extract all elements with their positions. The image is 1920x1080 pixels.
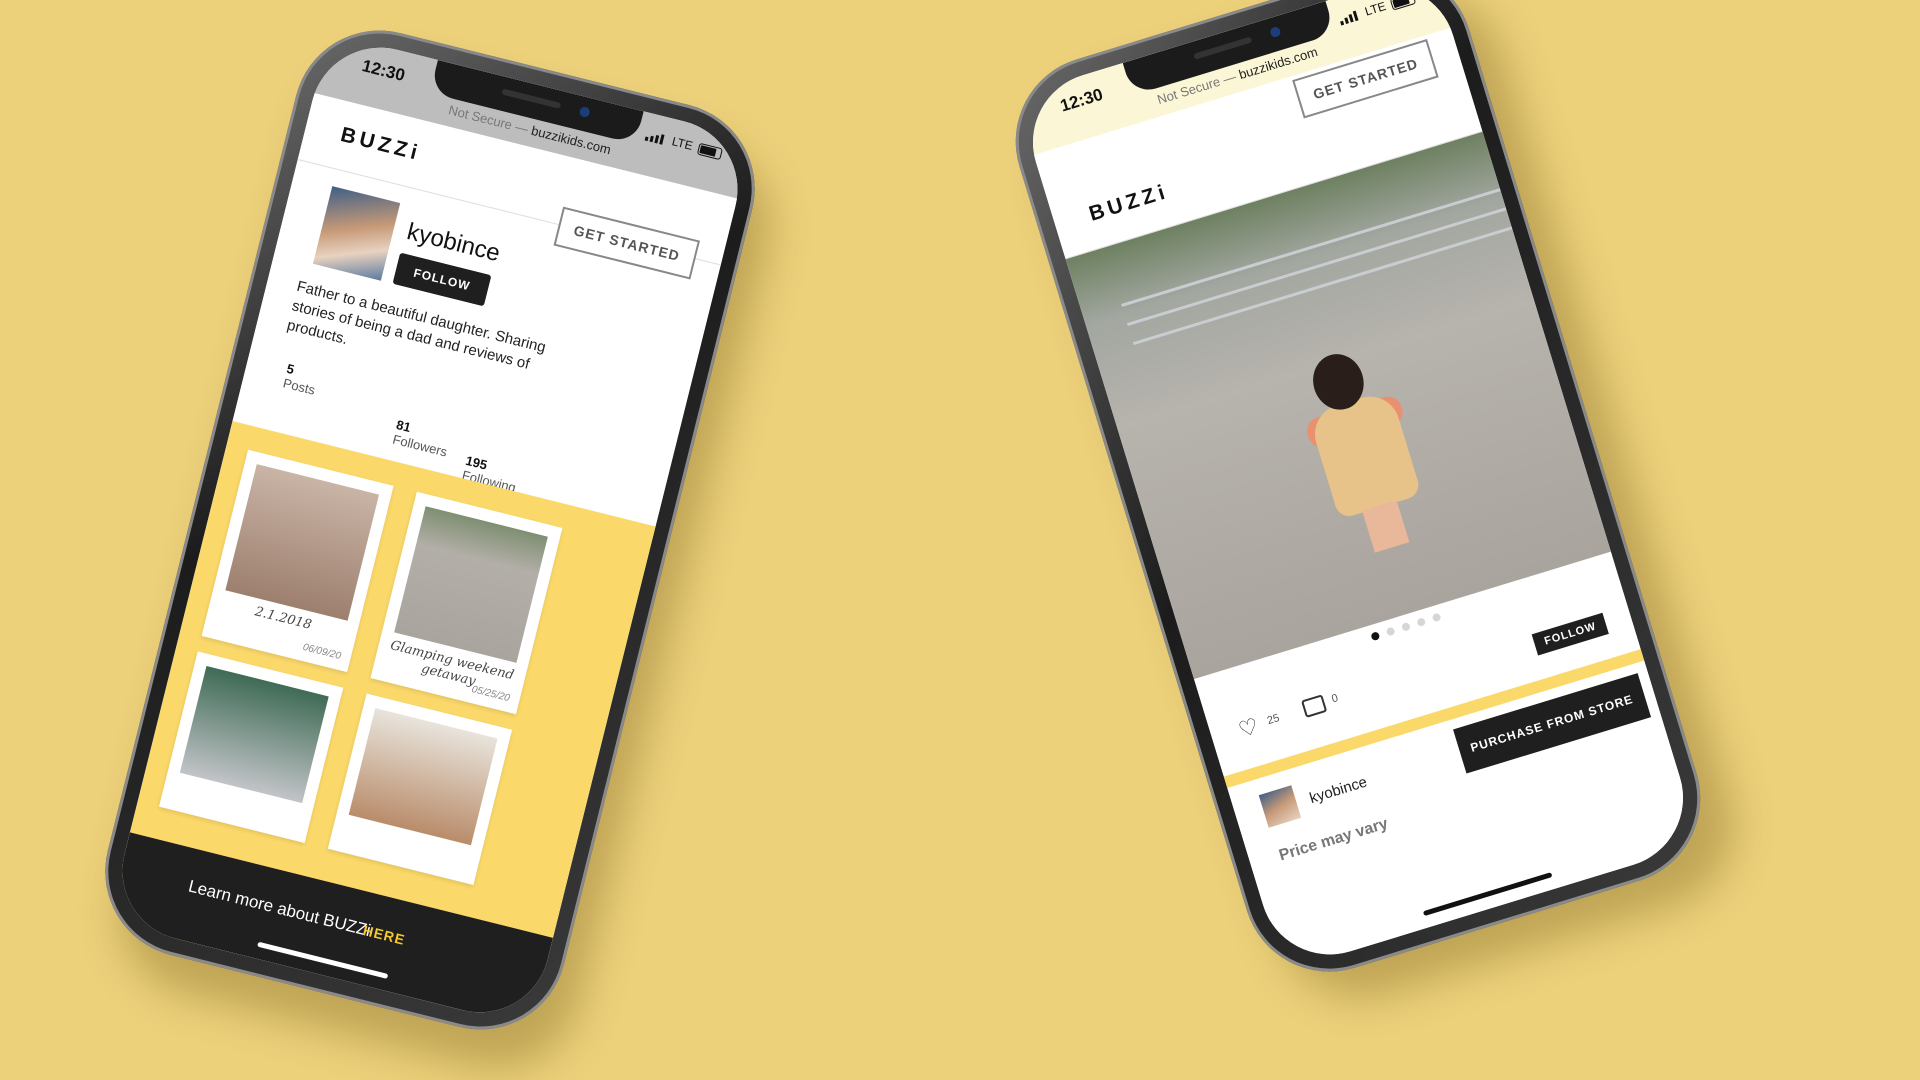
like-count: 25 bbox=[1265, 712, 1282, 728]
avatar bbox=[312, 186, 401, 281]
heart-icon[interactable]: ♡ bbox=[1235, 713, 1261, 744]
post-photo bbox=[348, 708, 498, 846]
buzzi-logo[interactable]: BUZZi bbox=[338, 123, 423, 166]
carousel-dot[interactable] bbox=[1416, 617, 1427, 628]
avatar[interactable] bbox=[1258, 785, 1302, 828]
post-date: 06/09/20 bbox=[301, 641, 343, 662]
screen-post: 12:30 LTE Not Secure — buzzikids.com BUZ… bbox=[1015, 0, 1701, 972]
post-card[interactable]: Glamping weekend getaway 05/25/20 bbox=[370, 491, 563, 715]
author-name[interactable]: kyobince bbox=[1308, 773, 1370, 807]
network-label: LTE bbox=[670, 134, 695, 153]
comment-icon[interactable] bbox=[1300, 694, 1328, 718]
photo-subject bbox=[1287, 339, 1444, 569]
stat-followers[interactable]: 81 Followers bbox=[391, 417, 452, 460]
price-note: Price may vary bbox=[1277, 815, 1391, 865]
carousel-dot[interactable] bbox=[1400, 621, 1411, 632]
railing bbox=[1126, 206, 1511, 326]
phone-post: 12:30 LTE Not Secure — buzzikids.com BUZ… bbox=[994, 0, 1722, 993]
comment-count: 0 bbox=[1330, 692, 1340, 706]
learn-more-text: Learn more about BUZZi bbox=[186, 876, 373, 941]
post-photo bbox=[179, 665, 329, 804]
screen-profile: 12:30 LTE Not Secure — buzzikids.com BUZ… bbox=[107, 32, 753, 1028]
learn-more-link[interactable]: HERE bbox=[361, 922, 407, 948]
phone-profile: 12:30 LTE Not Secure — buzzikids.com BUZ… bbox=[87, 12, 773, 1048]
signal-icon bbox=[644, 131, 665, 145]
buzzi-logo[interactable]: BUZZi bbox=[1086, 180, 1171, 227]
stat-posts[interactable]: 5 Posts bbox=[281, 361, 320, 398]
post-photo bbox=[394, 506, 548, 663]
follow-button[interactable]: FOLLOW bbox=[1531, 612, 1609, 656]
post-photo bbox=[225, 464, 380, 621]
post-card[interactable] bbox=[327, 693, 513, 886]
battery-icon bbox=[696, 142, 723, 161]
signal-icon bbox=[1338, 10, 1359, 26]
carousel-dot[interactable] bbox=[1370, 631, 1381, 642]
network-label: LTE bbox=[1363, 0, 1388, 19]
post-card[interactable] bbox=[159, 651, 344, 843]
post-card[interactable]: 2.1.2018 06/09/20 bbox=[201, 449, 394, 673]
carousel-dot[interactable] bbox=[1431, 612, 1442, 623]
carousel-dot[interactable] bbox=[1385, 626, 1396, 637]
battery-icon bbox=[1389, 0, 1417, 11]
